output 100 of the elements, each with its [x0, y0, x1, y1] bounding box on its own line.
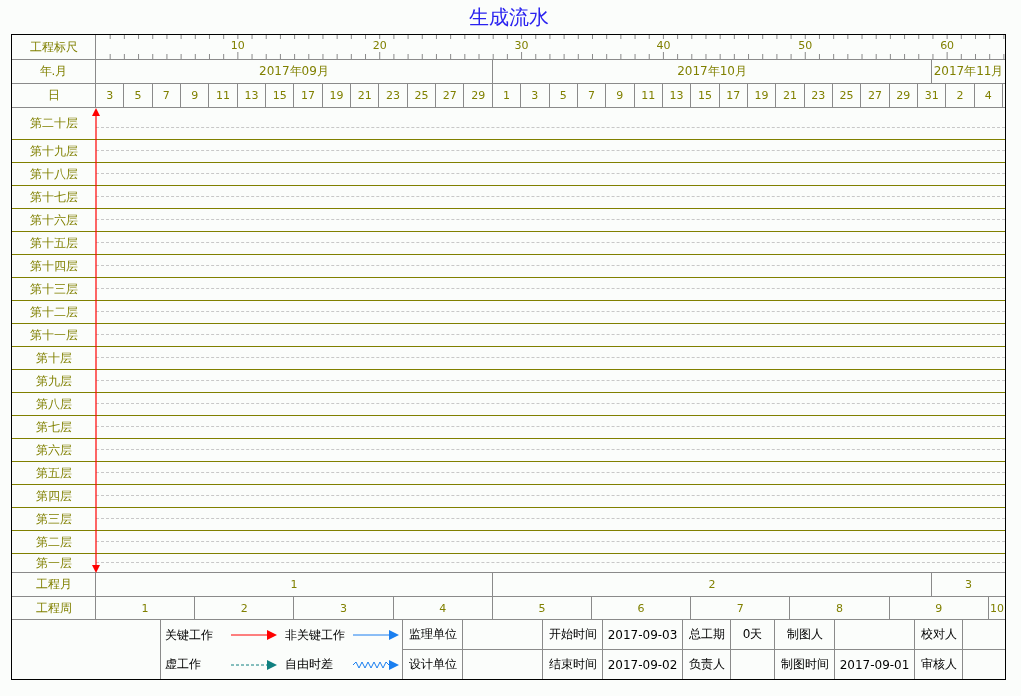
day-cell: 9: [606, 84, 635, 107]
info-label: 开始时间: [543, 620, 603, 650]
day-cell: 29: [464, 84, 493, 107]
week-cell: 1: [96, 597, 196, 619]
floor-label: 第十四层: [28, 257, 79, 275]
info-label: 审核人: [915, 650, 963, 679]
floor-label: 第八层: [34, 395, 73, 413]
day-cell: 9: [181, 84, 210, 107]
day-cell: 17: [719, 84, 748, 107]
info-value: 2017-09-01: [835, 650, 915, 679]
day-cell: 3: [521, 84, 550, 107]
info-label: 校对人: [915, 620, 963, 650]
floor-label: 第五层: [34, 464, 73, 482]
day-cell: 27: [861, 84, 890, 107]
week-cell: 9: [889, 597, 989, 619]
week-cell-text: 10: [988, 600, 1005, 617]
day-cell: 1: [492, 84, 522, 107]
floor-label: 第十八层: [28, 165, 79, 183]
ruler-tick-label: 60: [940, 39, 955, 52]
month-number-cell-text: 3: [964, 577, 974, 593]
info-value: 2017-09-03: [603, 620, 683, 650]
week-cell: 3: [294, 597, 394, 619]
day-cell: 4: [974, 84, 1003, 107]
info-value: 0天: [731, 620, 775, 650]
floor-label: 第十二层: [28, 303, 79, 321]
info-label: 监理单位: [403, 620, 463, 650]
floor-label: 第十九层: [28, 142, 79, 160]
row-label: 工程周: [12, 597, 96, 619]
dashed-arrow-icon: [231, 659, 277, 670]
floor-label: 第十层: [34, 349, 73, 367]
floor-label: 第十六层: [28, 211, 79, 229]
ruler-tick-label: 20: [372, 39, 387, 52]
floor-label: 第一层: [34, 554, 73, 572]
arrow-icon: [353, 630, 399, 640]
ruler-tick-label: 40: [656, 39, 671, 52]
legend-label: 虚工作: [165, 656, 202, 673]
week-cell: 2: [195, 597, 295, 619]
legend-label: 自由时差: [285, 656, 334, 673]
day-cell: 23: [804, 84, 833, 107]
floor-label: 第三层: [34, 510, 73, 528]
day-cell: 23: [379, 84, 408, 107]
day-cell: 5: [124, 84, 153, 107]
day-cell: 25: [407, 84, 437, 107]
day-cell: 13: [237, 84, 267, 107]
wavy-arrow-icon: [353, 659, 399, 670]
info-label: 制图人: [775, 620, 835, 650]
week-cell: 5: [492, 597, 592, 619]
week-cell: 6: [592, 597, 692, 619]
row-label: 年.月: [12, 60, 96, 83]
month-cell-text: 2017年11月: [932, 63, 1005, 80]
row-label: 工程月: [12, 573, 96, 596]
ruler-tick-label: 10: [230, 39, 245, 52]
floor-label: 第十七层: [28, 188, 79, 206]
day-cell: 13: [662, 84, 692, 107]
floor-label: 第七层: [34, 418, 73, 436]
month-cell: 2017年09月: [96, 60, 493, 83]
month-number-cell: 1: [96, 573, 493, 596]
floor-label: 第六层: [34, 441, 73, 459]
info-label: 设计单位: [403, 650, 463, 679]
month-cell: 2017年10月: [492, 60, 933, 83]
info-label: 总工期: [683, 620, 731, 650]
floor-label: 第二层: [34, 533, 73, 551]
ruler-tick-label: 50: [798, 39, 813, 52]
row-label: 工程标尺: [12, 35, 96, 59]
day-cell: 11: [634, 84, 663, 107]
day-cell: 7: [152, 84, 182, 107]
row-label: 日: [12, 84, 96, 107]
day-cell: 25: [832, 84, 862, 107]
day-cell: 31: [917, 84, 947, 107]
info-value: 2017-09-02: [603, 650, 683, 679]
day-cell: 19: [747, 84, 777, 107]
week-cell: 8: [790, 597, 890, 619]
month-number-cell: 2: [492, 573, 933, 596]
floor-label: 第十三层: [28, 280, 79, 298]
day-cell: 15: [691, 84, 720, 107]
day-cell: 17: [294, 84, 323, 107]
legend-label: 非关键工作: [285, 626, 346, 644]
day-cell: 21: [776, 84, 805, 107]
floor-label: 第九层: [34, 372, 73, 390]
floor-label: 第十一层: [28, 326, 79, 344]
info-label: 负责人: [683, 650, 731, 679]
day-cell: 5: [549, 84, 578, 107]
day-cell: 7: [577, 84, 607, 107]
day-cell: 3: [96, 84, 125, 107]
day-cell: 2: [946, 84, 975, 107]
chart-title: 生成流水: [467, 3, 550, 31]
day-cell: 27: [436, 84, 465, 107]
day-cell: 21: [351, 84, 380, 107]
day-cell: 15: [266, 84, 295, 107]
ruler-tick-label: 30: [514, 39, 529, 52]
info-label: 制图时间: [775, 650, 835, 679]
floor-label: 第四层: [34, 487, 73, 505]
day-cell: 19: [322, 84, 352, 107]
info-label: 结束时间: [543, 650, 603, 679]
arrow-icon: [231, 630, 277, 640]
week-cell: 7: [691, 597, 791, 619]
floor-label: 第十五层: [28, 234, 79, 252]
week-cell: 4: [393, 597, 493, 619]
floor-label: 第二十层: [28, 115, 79, 132]
day-cell: 29: [889, 84, 918, 107]
